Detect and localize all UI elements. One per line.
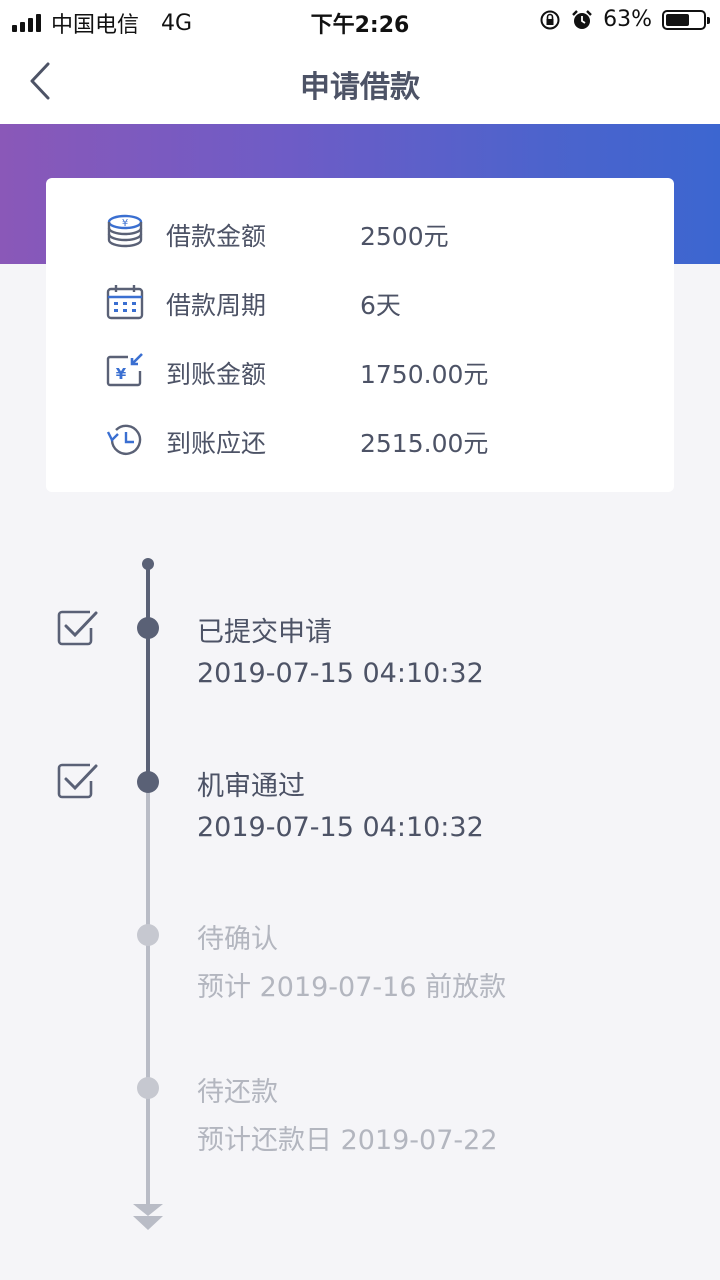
svg-text:¥: ¥ <box>116 365 127 383</box>
battery-icon <box>662 9 710 30</box>
battery-level <box>666 13 689 26</box>
clock-history-icon <box>106 424 142 455</box>
info-row-loan-amount: ¥ 借款金额 2500元 <box>46 211 674 255</box>
timeline-end-arrow-icon <box>133 1204 163 1230</box>
step-subtitle: 预计还款日 2019-07-22 <box>197 1125 498 1156</box>
step-title: 待还款 <box>197 1077 278 1108</box>
step-subtitle: 预计 2019-07-16 前放款 <box>197 972 507 1003</box>
checkbox-checked-icon <box>57 610 98 646</box>
step-title: 已提交申请 <box>197 617 332 648</box>
timeline-start-dot <box>142 558 154 570</box>
timeline-dot-done <box>137 771 159 793</box>
info-label: 到账金额 <box>166 360 267 389</box>
page-title: 申请借款 <box>300 70 420 105</box>
info-row-loan-period: 借款周期 6天 <box>46 280 674 324</box>
progress-timeline: 已提交申请 2019-07-15 04:10:32 机审通过 2019-07-1… <box>0 540 720 1260</box>
step-title: 机审通过 <box>197 771 305 802</box>
rotation-lock-icon <box>540 10 560 29</box>
timeline-line-complete <box>146 564 150 782</box>
timeline-dot-done <box>137 617 159 639</box>
status-right: 63% <box>539 7 710 32</box>
calendar-icon <box>106 285 144 320</box>
yuan-receive-icon: ¥ <box>106 353 143 387</box>
info-label: 借款周期 <box>166 291 267 320</box>
info-row-repay-amount: 到账应还 2515.00元 <box>46 418 674 462</box>
timeline-dot-pending <box>137 1077 159 1099</box>
info-value: 6天 <box>360 291 401 320</box>
battery-percent: 63% <box>603 7 652 32</box>
nav-bar: 申请借款 <box>0 40 720 124</box>
info-row-received-amount: ¥ 到账金额 1750.00元 <box>46 349 674 393</box>
step-subtitle: 2019-07-15 04:10:32 <box>197 812 484 843</box>
step-subtitle: 2019-07-15 04:10:32 <box>197 658 484 689</box>
status-bar: 中国电信 4G 下午2:26 63% <box>0 0 720 40</box>
info-label: 到账应还 <box>166 429 267 458</box>
timeline-line-pending <box>146 782 150 1212</box>
coin-stack-icon: ¥ <box>107 214 143 248</box>
info-value: 2500元 <box>360 222 449 251</box>
svg-text:¥: ¥ <box>122 218 128 229</box>
step-title: 待确认 <box>197 924 278 955</box>
checkbox-checked-icon <box>57 763 98 799</box>
loan-info-card: ¥ 借款金额 2500元 借款周期 6天 ¥ 到账金额 1750.00元 到账应… <box>46 178 674 492</box>
timeline-dot-pending <box>137 924 159 946</box>
alarm-icon <box>572 9 592 29</box>
info-value: 1750.00元 <box>360 360 489 389</box>
info-label: 借款金额 <box>166 222 267 251</box>
info-value: 2515.00元 <box>360 429 489 458</box>
